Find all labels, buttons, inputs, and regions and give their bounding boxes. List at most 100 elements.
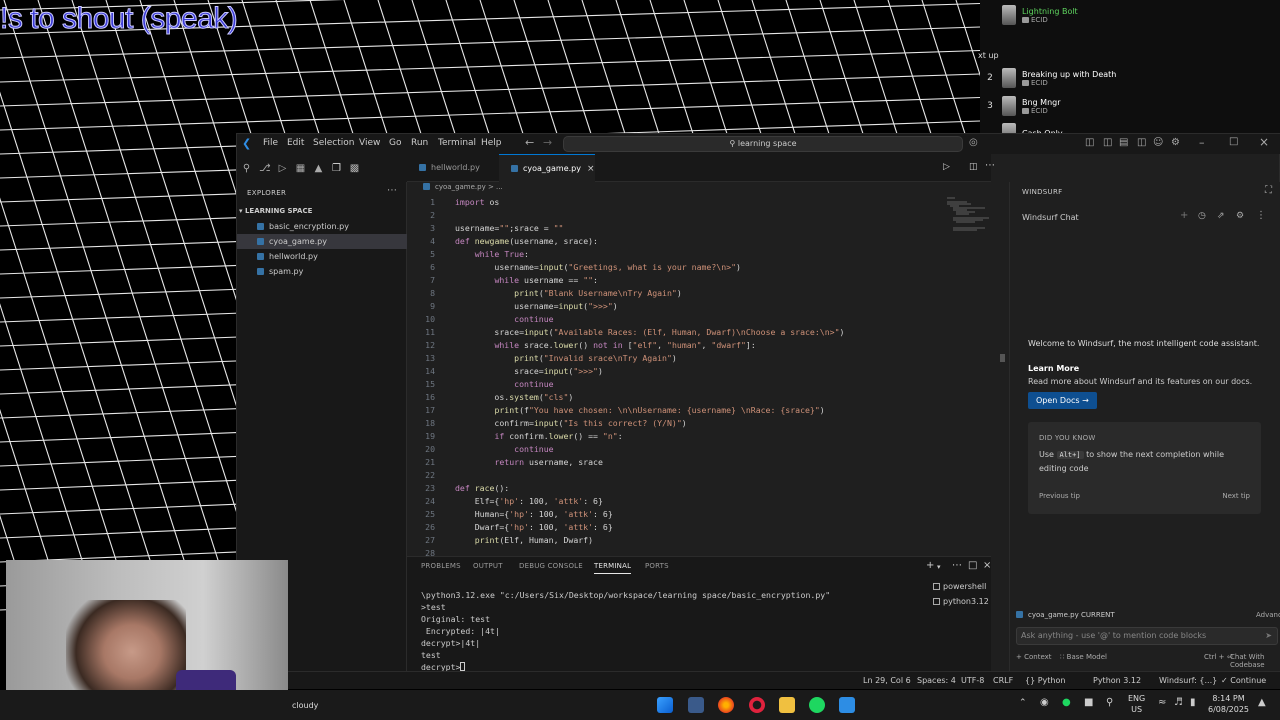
notification-bell-icon[interactable]: ▲ <box>1258 697 1266 708</box>
cursor-position[interactable]: Ln 29, Col 6 <box>863 676 911 685</box>
minimize-icon[interactable]: – <box>1199 136 1205 149</box>
menu-selection[interactable]: Selection <box>313 138 354 148</box>
line-ending[interactable]: CRLF <box>993 676 1013 685</box>
file-explorer-icon[interactable] <box>779 697 795 713</box>
menu-file[interactable]: File <box>263 138 278 148</box>
tab-terminal[interactable]: TERMINAL <box>594 562 632 574</box>
copilot-icon[interactable]: ◎ <box>969 137 978 148</box>
terminal-powershell[interactable]: powershell <box>927 579 991 594</box>
previous-tip-link[interactable]: Previous tip <box>1039 492 1080 500</box>
input-language[interactable]: ENG US <box>1128 693 1145 715</box>
open-external-icon[interactable]: ⇗ <box>1217 211 1225 221</box>
menu-run[interactable]: Run <box>411 138 428 148</box>
close-icon[interactable]: × <box>587 164 595 174</box>
gear-icon[interactable]: ⚙ <box>1171 137 1180 148</box>
battery-icon[interactable]: ▮ <box>1190 697 1196 708</box>
add-context-button[interactable]: + Context <box>1016 653 1052 661</box>
minimap[interactable] <box>945 196 991 236</box>
encoding[interactable]: UTF-8 <box>961 676 984 685</box>
forward-arrow-icon[interactable]: → <box>543 136 552 149</box>
scrollbar-thumb[interactable] <box>1000 354 1005 362</box>
tab-hellworld[interactable]: hellworld.py <box>407 154 499 182</box>
next-tip-link[interactable]: Next tip <box>1222 492 1250 500</box>
expand-icon[interactable]: ⛶ <box>1265 185 1272 196</box>
current-file-chip[interactable]: cyoa_game.py CURRENT <box>1016 611 1115 619</box>
toggle-sidebar-icon[interactable]: ◫ <box>1085 137 1094 148</box>
terminal-python[interactable]: python3.12 <box>927 594 991 609</box>
tab-ports[interactable]: PORTS <box>645 562 669 570</box>
toggle-left-panel-icon[interactable]: ◫ <box>1103 137 1112 148</box>
windsurf-status[interactable]: Windsurf: {...} <box>1159 676 1217 685</box>
extensions-icon[interactable]: ▦ <box>295 163 306 174</box>
file-hellworld[interactable]: hellworld.py <box>237 249 407 264</box>
source-control-icon[interactable]: ⎇ <box>259 163 271 174</box>
search-icon[interactable]: ⚲ <box>241 163 252 174</box>
code-editor[interactable]: 1 import os 2 3 username="";srace = "" 4 def n… <box>407 196 991 556</box>
more-actions-icon[interactable]: ⋯ <box>985 160 995 171</box>
opera-icon[interactable] <box>749 697 765 713</box>
chat-input[interactable]: Ask anything - use '@' to mention code b… <box>1016 627 1278 645</box>
new-chat-icon[interactable]: + <box>1180 210 1188 221</box>
menu-help[interactable]: Help <box>481 138 502 148</box>
close-window-icon[interactable]: × <box>1259 135 1269 149</box>
maximize-panel-icon[interactable]: □ <box>968 560 977 571</box>
remote-icon[interactable]: ▩ <box>349 163 360 174</box>
terminal-output[interactable]: \python3.12.exe "c:/Users/Six/Desktop/wo… <box>421 589 921 673</box>
tab-cyoa-game[interactable]: cyoa_game.py × <box>499 154 595 182</box>
testing-icon[interactable]: ▲ <box>313 163 324 174</box>
discord-icon[interactable]: ■ <box>1084 697 1093 708</box>
advanced-link[interactable]: Advanced <box>1256 611 1280 619</box>
toggle-panel-icon[interactable]: ▤ <box>1119 137 1128 148</box>
toggle-secondary-sidebar-icon[interactable]: ◫ <box>1137 137 1146 148</box>
spotify-icon[interactable] <box>809 697 825 713</box>
more-actions-icon[interactable]: ⋯ <box>952 560 962 571</box>
volume-icon[interactable]: ♬ <box>1174 697 1183 708</box>
calculator-icon[interactable] <box>688 697 704 713</box>
more-actions-icon[interactable]: ⋯ <box>387 185 397 196</box>
chevron-down-icon[interactable]: ▾ <box>937 563 941 571</box>
model-selector[interactable]: ∷ Base Model <box>1060 653 1107 661</box>
language-mode[interactable]: {} Python <box>1025 676 1065 685</box>
run-file-icon[interactable]: ▷ <box>943 162 950 172</box>
chat-with-codebase-button[interactable]: Chat With Codebase <box>1230 653 1280 669</box>
more-actions-icon[interactable]: ⋮ <box>1256 210 1266 221</box>
file-cyoa-game[interactable]: cyoa_game.py <box>237 234 407 249</box>
system-clock[interactable]: 8:14 PM 6/08/2025 <box>1208 693 1249 715</box>
close-panel-icon[interactable]: × <box>983 560 991 571</box>
split-editor-icon[interactable]: ◫ <box>969 162 978 172</box>
gear-icon[interactable]: ⚙ <box>1236 211 1244 221</box>
account-icon[interactable]: ☺ <box>1153 137 1163 148</box>
menu-go[interactable]: Go <box>389 138 401 148</box>
firefox-icon[interactable] <box>718 697 734 713</box>
send-icon[interactable]: ➤ <box>1265 628 1272 644</box>
python-interpreter[interactable]: Python 3.12 <box>1093 676 1141 685</box>
command-center-search[interactable]: ⚲ learning space <box>563 136 963 152</box>
weather-widget[interactable]: cloudy <box>292 701 318 710</box>
file-basic-encryption[interactable]: basic_encryption.py <box>237 219 407 234</box>
chevron-up-icon[interactable]: ⌃ <box>1019 698 1027 708</box>
tab-debug-console[interactable]: DEBUG CONSOLE <box>519 562 583 570</box>
run-debug-icon[interactable]: ▷ <box>277 163 288 174</box>
wifi-icon[interactable]: ≈ <box>1158 697 1166 708</box>
workspace-folder[interactable]: ▾ LEARNING SPACE <box>239 207 312 215</box>
microphone-icon[interactable]: ⚲ <box>1106 697 1113 708</box>
explorer-icon[interactable]: ❐ <box>331 163 342 174</box>
indentation[interactable]: Spaces: 4 <box>917 676 956 685</box>
maximize-icon[interactable]: □ <box>1229 136 1238 147</box>
history-icon[interactable]: ◷ <box>1198 211 1206 221</box>
menu-view[interactable]: View <box>359 138 380 148</box>
open-docs-button[interactable]: Open Docs → <box>1028 392 1097 409</box>
file-spam[interactable]: spam.py <box>237 264 407 279</box>
spotify-tray-icon[interactable]: ● <box>1062 697 1071 708</box>
menu-edit[interactable]: Edit <box>287 138 304 148</box>
shield-icon[interactable]: ◉ <box>1040 697 1049 708</box>
tab-problems[interactable]: PROBLEMS <box>421 562 461 570</box>
back-arrow-icon[interactable]: ← <box>525 136 534 149</box>
windows-start-icon[interactable] <box>657 697 673 713</box>
vscode-taskbar-icon[interactable] <box>839 697 855 713</box>
menu-terminal[interactable]: Terminal <box>438 138 476 148</box>
tab-output[interactable]: OUTPUT <box>473 562 503 570</box>
continue-status[interactable]: ✓ Continue <box>1221 676 1266 685</box>
code-text: srace=input(">>>") <box>455 366 603 376</box>
new-terminal-icon[interactable]: + <box>926 560 934 571</box>
